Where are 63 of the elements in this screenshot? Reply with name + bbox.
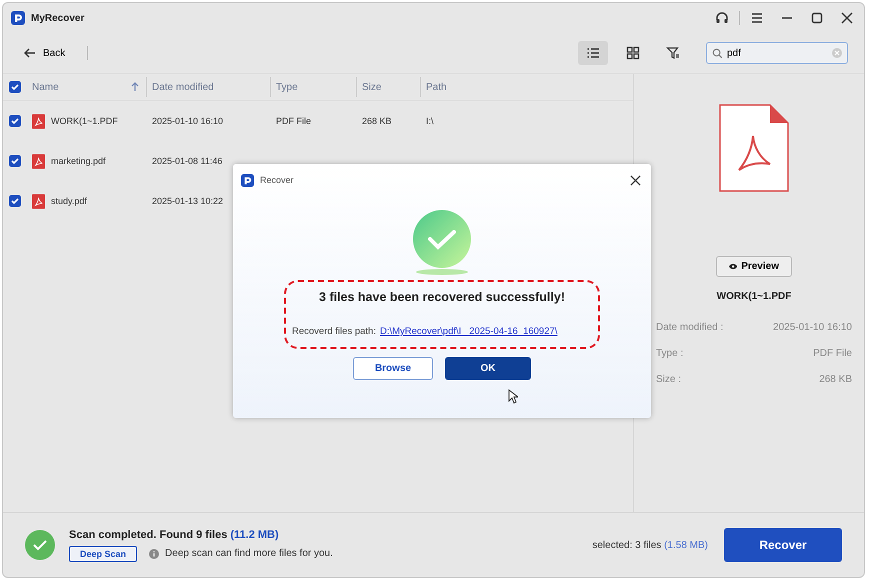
list-icon bbox=[586, 46, 600, 60]
path-cell: I:\ bbox=[426, 116, 434, 126]
list-view-button[interactable] bbox=[578, 41, 608, 65]
app-logo-icon bbox=[11, 11, 25, 25]
scan-status: Scan completed. Found 9 files (11.2 MB) bbox=[69, 528, 280, 540]
date-cell: 2025-01-08 11:46 bbox=[152, 156, 222, 166]
maximize-icon[interactable] bbox=[810, 11, 824, 25]
grid-icon bbox=[626, 46, 640, 60]
file-name: study.pdf bbox=[51, 196, 87, 206]
select-all-checkbox[interactable] bbox=[9, 81, 21, 93]
arrow-left-icon bbox=[23, 46, 37, 60]
success-check-icon bbox=[410, 210, 474, 276]
column-header[interactable]: Date modified bbox=[152, 82, 214, 92]
detail-label: Type : bbox=[656, 348, 684, 358]
detail-value: 2025-01-10 16:10 bbox=[773, 322, 852, 332]
check-circle-icon bbox=[25, 530, 55, 560]
app-title: MyRecover bbox=[31, 12, 84, 24]
column-header[interactable]: Type bbox=[276, 82, 298, 92]
close-icon[interactable] bbox=[630, 174, 641, 186]
deep-scan-hint: Deep scan can find more files for you. bbox=[165, 548, 333, 559]
eye-icon bbox=[729, 262, 738, 271]
date-cell: 2025-01-13 10:22 bbox=[152, 196, 224, 206]
detail-label: Size : bbox=[656, 374, 682, 384]
detail-value: 268 KB bbox=[819, 374, 852, 384]
headset-icon[interactable] bbox=[715, 11, 729, 25]
browse-button[interactable]: Browse bbox=[353, 357, 433, 380]
selection-summary: selected: 3 files (1.58 MB) bbox=[592, 540, 708, 550]
column-header[interactable]: Name bbox=[32, 82, 59, 92]
preview-button[interactable]: Preview bbox=[716, 256, 792, 277]
success-message: 3 files have been recovered successfully! bbox=[319, 290, 565, 304]
dialog-title: Recover bbox=[260, 175, 294, 185]
row-checkbox[interactable] bbox=[9, 115, 21, 127]
info-icon bbox=[149, 548, 160, 558]
file-name: marketing.pdf bbox=[51, 156, 106, 166]
search-icon bbox=[712, 48, 723, 58]
back-button[interactable]: Back bbox=[17, 42, 72, 64]
row-checkbox[interactable] bbox=[9, 195, 21, 207]
pdf-document-icon bbox=[719, 104, 789, 192]
column-header[interactable]: Path bbox=[426, 82, 447, 92]
pdf-file-icon bbox=[32, 114, 45, 128]
date-cell: 2025-01-10 16:10 bbox=[152, 116, 224, 126]
file-name: WORK(1~1.PDF bbox=[51, 116, 118, 126]
sort-up-icon bbox=[131, 82, 139, 92]
search-field[interactable]: pdf bbox=[706, 42, 848, 64]
pdf-file-icon bbox=[32, 154, 45, 168]
recovered-path-link[interactable]: D:\MyRecover\pdf\I_ 2025-04-16_160927\ bbox=[380, 326, 558, 337]
row-checkbox[interactable] bbox=[9, 155, 21, 167]
close-icon[interactable] bbox=[840, 11, 854, 25]
deep-scan-button[interactable]: Deep Scan bbox=[69, 546, 138, 562]
column-header[interactable]: Size bbox=[362, 82, 382, 92]
mouse-cursor-icon bbox=[508, 389, 518, 404]
type-cell: PDF File bbox=[276, 116, 312, 126]
ok-button[interactable]: OK bbox=[445, 357, 531, 380]
path-label: Recoverd files path: bbox=[292, 326, 376, 337]
filter-icon bbox=[666, 46, 680, 60]
recover-button[interactable]: Recover bbox=[724, 528, 842, 562]
detail-value: PDF File bbox=[813, 348, 852, 358]
pdf-file-icon bbox=[32, 194, 45, 208]
menu-icon[interactable] bbox=[750, 11, 764, 25]
app-logo-icon bbox=[241, 174, 254, 186]
selected-file-name: WORK(1~1.PDF bbox=[716, 291, 792, 302]
detail-label: Date modified : bbox=[656, 322, 724, 332]
size-cell: 268 KB bbox=[362, 116, 392, 126]
